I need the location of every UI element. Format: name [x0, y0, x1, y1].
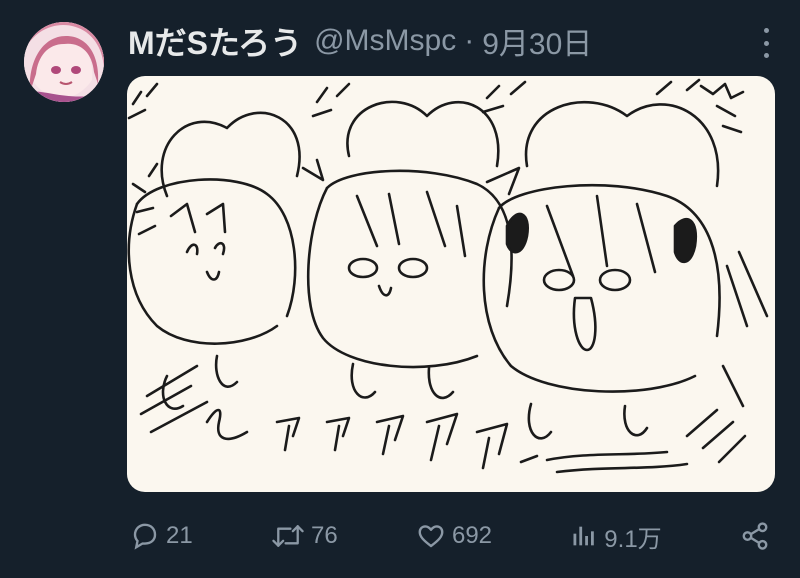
- reply-count: 21: [166, 522, 193, 549]
- author-display-name[interactable]: MだSたろう: [128, 18, 302, 64]
- repost-count: 76: [310, 522, 338, 549]
- repost-button[interactable]: 76: [271, 521, 338, 551]
- more-dots-icon[interactable]: [754, 28, 778, 58]
- sketch-illustration: [127, 78, 769, 474]
- views-count: 9.1万: [604, 525, 662, 553]
- share-icon: [742, 522, 768, 550]
- reply-icon: [133, 523, 157, 550]
- avatar-image: [24, 22, 104, 102]
- author-handle[interactable]: @MsMspc: [314, 24, 456, 58]
- heart-icon: [418, 525, 444, 548]
- views-button[interactable]: 9.1万: [570, 519, 662, 554]
- reply-button[interactable]: 21: [130, 521, 193, 551]
- like-button[interactable]: 692: [416, 521, 492, 551]
- post-image[interactable]: [127, 76, 775, 492]
- post-date[interactable]: 9月30日: [482, 19, 592, 63]
- like-count: 692: [451, 522, 493, 549]
- repost-icon: [272, 525, 304, 547]
- action-bar: 21 76 692 9.1万: [130, 516, 770, 556]
- share-button[interactable]: [740, 521, 770, 551]
- separator: ·: [464, 24, 475, 57]
- views-chart-icon: [573, 526, 595, 546]
- post-header: MだSたろう @MsMspc · 9月30日: [128, 18, 776, 64]
- avatar[interactable]: [24, 22, 104, 102]
